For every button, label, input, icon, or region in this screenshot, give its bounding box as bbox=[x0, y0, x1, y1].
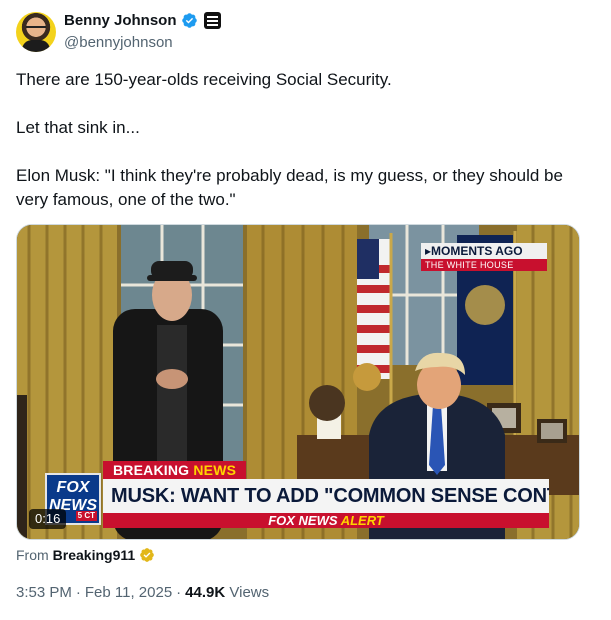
moments-ago-badge: ▸MOMENTS AGO THE WHITE HOUSE bbox=[421, 243, 547, 271]
author-handle[interactable]: @bennyjohnson bbox=[64, 34, 173, 51]
tweet-paragraph: Let that sink in... bbox=[16, 118, 140, 137]
author-avatar[interactable] bbox=[16, 12, 56, 52]
tweet-paragraph: There are 150-year-olds receiving Social… bbox=[16, 70, 392, 89]
news-alert-bar: FOX NEWS ALERT bbox=[103, 513, 549, 528]
author-display-name[interactable]: Benny Johnson bbox=[64, 12, 177, 29]
author-name-row: Benny Johnson bbox=[64, 12, 221, 29]
tweet-paragraph: Elon Musk: "I think they're probably dea… bbox=[16, 166, 563, 209]
avatar-glasses-shape bbox=[26, 26, 46, 31]
views-label: Views bbox=[229, 584, 270, 601]
views-count: 44.9K bbox=[185, 584, 226, 601]
tweet-date[interactable]: Feb 11, 2025 bbox=[85, 584, 172, 601]
tweet-header: Benny Johnson @bennyjohnson bbox=[16, 10, 596, 56]
video-player[interactable]: ▸MOMENTS AGO THE WHITE HOUSE FOX NEWS 5 … bbox=[16, 224, 580, 540]
affiliation-badge-icon[interactable] bbox=[203, 12, 221, 29]
separator-dot: · bbox=[176, 584, 182, 601]
views-stat: 44.9K Views bbox=[185, 584, 269, 601]
tweet-text: There are 150-year-olds receiving Social… bbox=[16, 68, 586, 212]
location-label: THE WHITE HOUSE bbox=[421, 259, 547, 271]
attribution-prefix: From bbox=[16, 547, 49, 563]
verified-badge-icon[interactable] bbox=[181, 12, 198, 29]
moments-ago-label: ▸MOMENTS AGO bbox=[421, 243, 547, 259]
video-duration: 0:16 bbox=[29, 509, 67, 529]
tweet-time[interactable]: 3:53 PM bbox=[16, 584, 72, 601]
breaking-news-tab: BREAKING NEWS bbox=[103, 461, 247, 479]
separator-dot: · bbox=[75, 584, 81, 601]
news-headline: MUSK: WANT TO ADD "COMMON SENSE CONTROLS… bbox=[103, 479, 549, 513]
tweet-metadata: 3:53 PM · Feb 11, 2025 · 44.9K Views bbox=[16, 584, 269, 601]
gold-verified-badge-icon bbox=[140, 548, 155, 562]
attribution-source-link[interactable]: Breaking911 bbox=[53, 547, 136, 563]
media-attribution: From Breaking911 bbox=[16, 547, 155, 563]
avatar-shirt-shape bbox=[22, 40, 50, 52]
